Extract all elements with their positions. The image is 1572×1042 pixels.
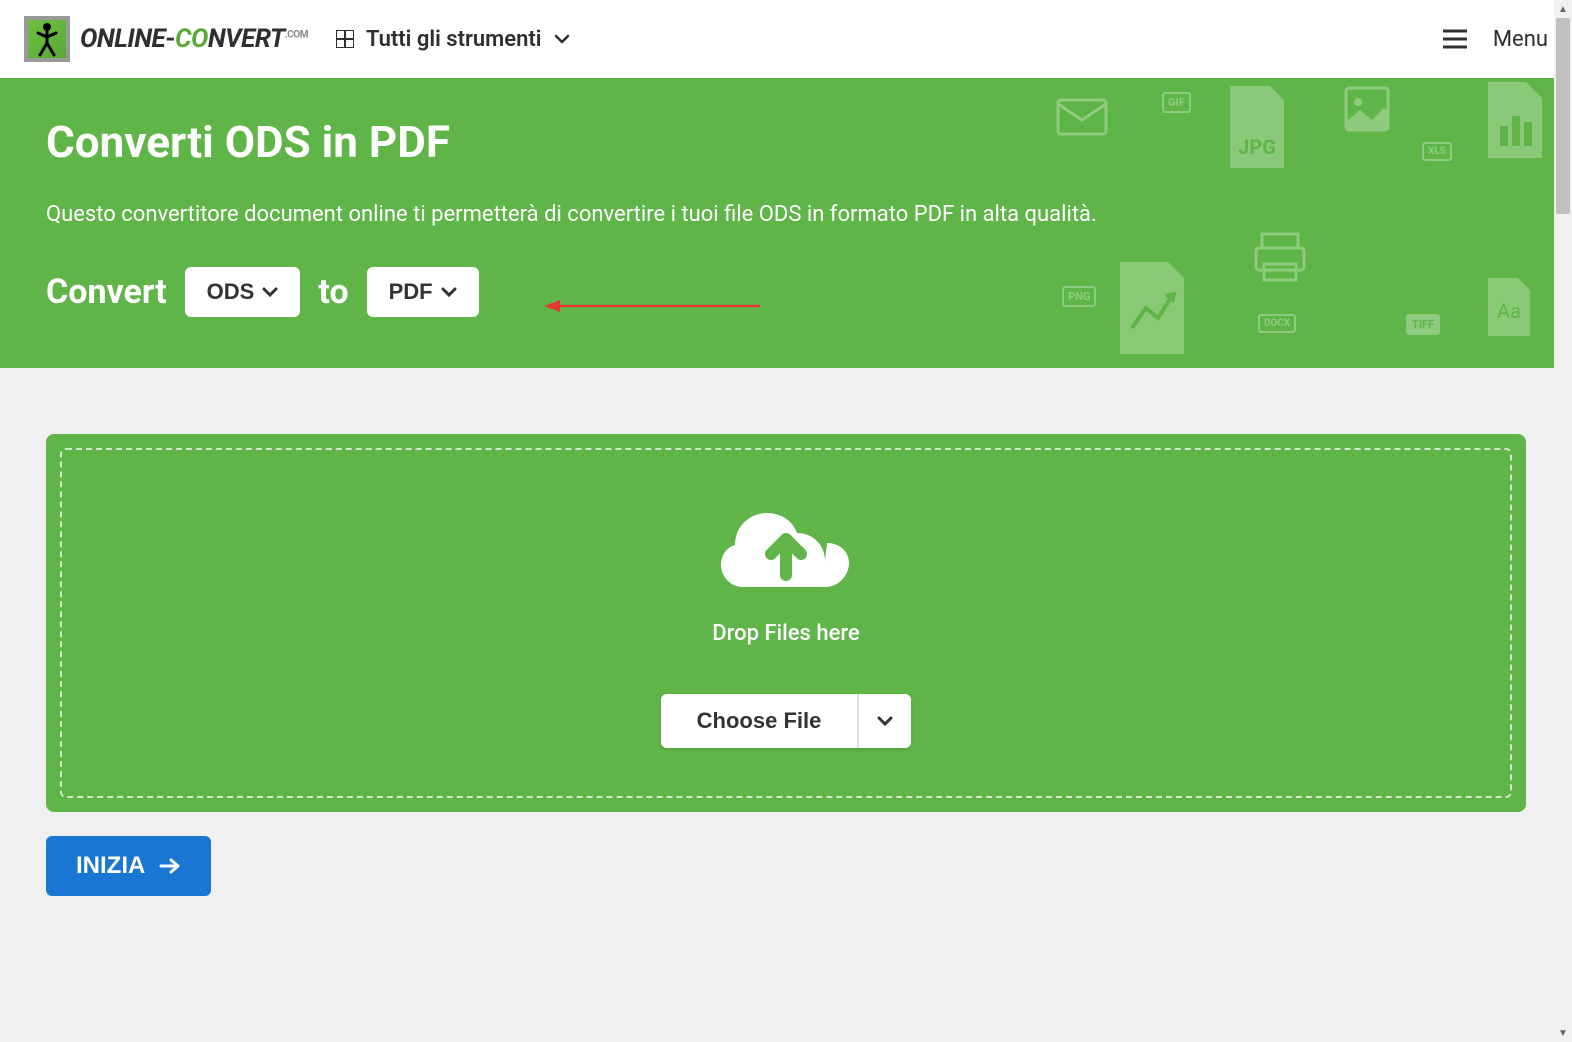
gif-badge-icon: GIF	[1162, 92, 1191, 113]
all-tools-label: Tutti gli strumenti	[366, 27, 542, 52]
menu-button[interactable]: Menu	[1443, 27, 1548, 52]
chevron-down-icon	[877, 716, 893, 726]
header: ONLINE-CONVERT.COM Tutti gli strumenti M…	[0, 0, 1572, 78]
page-description: Questo convertitore document online ti p…	[46, 202, 1526, 227]
choose-file-dropdown[interactable]	[857, 694, 911, 748]
convert-row: Convert ODS to PDF	[46, 267, 1526, 317]
scroll-up-icon[interactable]: ▲	[1554, 0, 1572, 18]
all-tools-dropdown[interactable]: Tutti gli strumenti	[336, 27, 570, 52]
scrollbar[interactable]: ▲ ▼	[1554, 0, 1572, 1042]
drop-text: Drop Files here	[712, 621, 859, 646]
choose-file-group: Choose File	[661, 694, 912, 748]
hamburger-icon	[1443, 29, 1467, 49]
to-label: to	[318, 272, 348, 312]
upload-box: Drop Files here Choose File	[46, 434, 1526, 812]
grid-icon	[336, 30, 354, 48]
logo[interactable]: ONLINE-CONVERT.COM	[24, 16, 308, 62]
tiff-badge-icon: TIFF	[1406, 314, 1440, 335]
menu-label: Menu	[1493, 27, 1548, 52]
from-format-dropdown[interactable]: ODS	[185, 267, 301, 317]
logo-text: ONLINE-CONVERT.COM	[80, 24, 308, 54]
page-title: Converti ODS in PDF	[46, 116, 1526, 168]
choose-file-button[interactable]: Choose File	[661, 694, 858, 748]
cloud-upload-icon	[721, 499, 851, 603]
from-format-value: ODS	[207, 279, 255, 305]
upload-dropzone[interactable]: Drop Files here Choose File	[60, 448, 1512, 798]
scroll-down-icon[interactable]: ▼	[1554, 1024, 1572, 1042]
arrow-right-icon	[159, 858, 181, 874]
logo-icon	[24, 16, 70, 62]
chevron-down-icon	[441, 287, 457, 297]
header-left: ONLINE-CONVERT.COM Tutti gli strumenti	[24, 16, 570, 62]
content-area: Drop Files here Choose File INIZIA	[0, 368, 1572, 896]
logo-figure-icon	[32, 21, 62, 57]
chevron-down-icon	[262, 287, 278, 297]
to-format-dropdown[interactable]: PDF	[367, 267, 479, 317]
chevron-down-icon	[554, 34, 570, 44]
hero-section: GIF JPG XLS PNG DOCX TIFF Aa Converti OD…	[0, 78, 1572, 368]
convert-label: Convert	[46, 272, 167, 312]
start-label: INIZIA	[76, 852, 145, 880]
start-button[interactable]: INIZIA	[46, 836, 211, 896]
to-format-value: PDF	[389, 279, 433, 305]
scroll-thumb[interactable]	[1556, 18, 1570, 214]
